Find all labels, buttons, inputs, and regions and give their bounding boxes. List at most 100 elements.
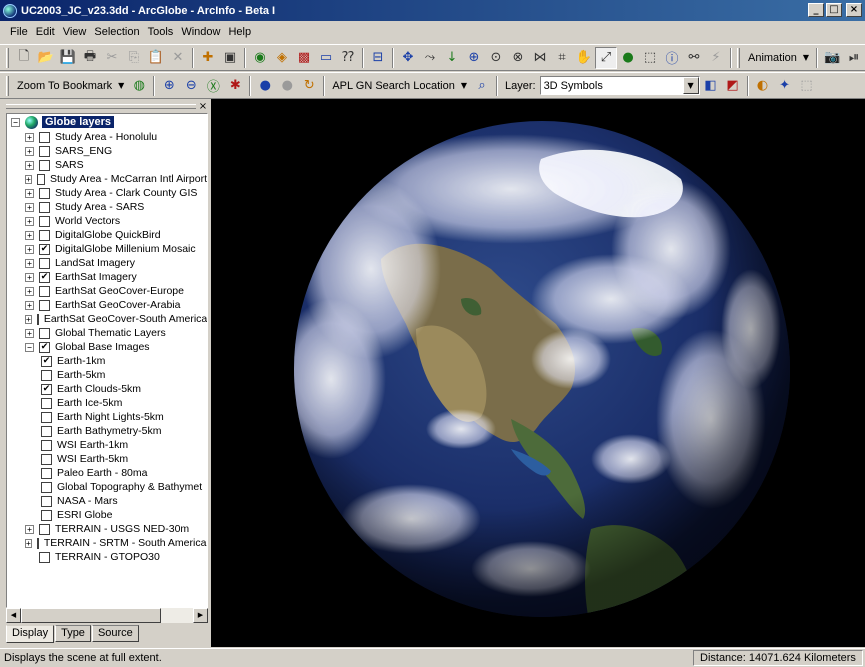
center-target-icon[interactable]: ⊟	[367, 47, 389, 69]
bookmark-globe-icon[interactable]: ◍	[128, 75, 150, 97]
zoom-to-target-icon[interactable]: ⊕	[463, 47, 485, 69]
toc-close-icon[interactable]: ×	[198, 101, 208, 112]
menu-window[interactable]: Window	[177, 26, 224, 38]
layer-visibility-checkbox[interactable]: ✔	[41, 355, 52, 367]
set-observer-icon[interactable]: ⊙	[485, 47, 507, 69]
layer-tree-item[interactable]: − ✔ Global Base Images	[7, 340, 207, 354]
layer-tree-item[interactable]: + World Vectors	[7, 214, 207, 228]
expand-fov-icon[interactable]: ⌗	[551, 47, 573, 69]
cut-icon[interactable]: ✂	[101, 47, 123, 69]
zoom-in-icon[interactable]: ⊕	[158, 75, 180, 97]
pan-hand-icon[interactable]: ✋	[573, 47, 595, 69]
layer-tree-item[interactable]: + EarthSat GeoCover-Arabia	[7, 298, 207, 312]
collapse-icon[interactable]: −	[11, 117, 20, 127]
animation-menu[interactable]: Animation ▼	[744, 47, 813, 69]
globe-properties-icon[interactable]: ◉	[249, 47, 271, 69]
layer-tree-item[interactable]: + EarthSat GeoCover-Europe	[7, 284, 207, 298]
whats-this-help-icon[interactable]: ⁇	[337, 47, 359, 69]
hyperlink-icon[interactable]: ⚡	[705, 47, 727, 69]
save-icon[interactable]: 💾	[57, 47, 79, 69]
layer-visibility-checkbox[interactable]	[36, 537, 39, 549]
style-tool-icon[interactable]: ✦	[774, 75, 796, 97]
layer-visibility-checkbox[interactable]	[39, 145, 50, 157]
layer-tree-item[interactable]: + Study Area - McCarran Intl Airport	[7, 172, 207, 186]
layer-tree-item[interactable]: + ✔ DigitalGlobe Millenium Mosaic	[7, 242, 207, 256]
menu-tools[interactable]: Tools	[144, 26, 178, 38]
delete-icon[interactable]: ✕	[167, 47, 189, 69]
xy-locate-icon[interactable]: Ⓧ	[202, 75, 224, 97]
layer-select[interactable]: 3D Symbols ▼	[539, 76, 700, 95]
layer-tree-item[interactable]: TERRAIN - GTOPO30	[7, 550, 207, 564]
expand-icon[interactable]: +	[25, 272, 34, 282]
layer-tree-item[interactable]: Earth-5km	[7, 368, 207, 382]
toc-title-bar[interactable]: ×	[4, 100, 208, 112]
layer-visibility-checkbox[interactable]	[41, 411, 52, 423]
narrow-fov-icon[interactable]: ⋈	[529, 47, 551, 69]
layer-tree-item[interactable]: + EarthSat GeoCover-South America	[7, 312, 207, 326]
animation-controls-icon[interactable]: ⏯	[843, 47, 865, 69]
expand-icon[interactable]: +	[25, 244, 34, 254]
layer-tree-item[interactable]: NASA - Mars	[7, 494, 207, 508]
tab-type[interactable]: Type	[55, 625, 91, 642]
disabled-tool-icon[interactable]: ⬚	[796, 75, 818, 97]
globe-display[interactable]	[211, 99, 865, 647]
arcglobe-app-icon[interactable]	[3, 3, 17, 18]
layer-visibility-checkbox[interactable]	[39, 257, 50, 269]
layer-tree-item[interactable]: Earth Ice-5km	[7, 396, 207, 410]
layer-visibility-checkbox[interactable]	[39, 523, 50, 535]
expand-icon[interactable]: +	[25, 160, 34, 170]
layer-tree-item[interactable]: + ✔ EarthSat Imagery	[7, 270, 207, 284]
layer-tree-item[interactable]: + SARS	[7, 158, 207, 172]
scroll-thumb[interactable]	[21, 608, 161, 623]
expand-icon[interactable]: +	[25, 524, 34, 534]
full-extent-icon[interactable]: ⤢	[595, 46, 617, 69]
layer-tree-item[interactable]: ESRI Globe	[7, 508, 207, 522]
layer-visibility-checkbox[interactable]	[39, 299, 50, 311]
print-icon[interactable]: 🖶	[79, 47, 101, 69]
toolbar-grip[interactable]	[6, 75, 9, 96]
toc-horizontal-scrollbar[interactable]: ◀ ▶	[6, 608, 208, 623]
expand-icon[interactable]: +	[25, 146, 34, 156]
scroll-left-icon[interactable]: ◀	[6, 608, 21, 623]
layer-visibility-checkbox[interactable]: ✔	[39, 271, 50, 283]
zoom-in-out-icon[interactable]: ⊗	[507, 47, 529, 69]
capture-view-icon[interactable]: 📷	[821, 47, 843, 69]
layer-tree-item[interactable]: Global Topography & Bathymet	[7, 480, 207, 494]
layer-tree-item[interactable]: ✔ Earth Clouds-5km	[7, 382, 207, 396]
expand-icon[interactable]: +	[25, 258, 34, 268]
paste-icon[interactable]: 📋	[145, 47, 167, 69]
layer-tree-item[interactable]: + DigitalGlobe QuickBird	[7, 228, 207, 242]
layer-visibility-checkbox[interactable]	[41, 509, 52, 521]
new-document-icon[interactable]: 🗋	[13, 47, 35, 69]
layer-tree-item[interactable]: Earth Night Lights-5km	[7, 410, 207, 424]
layer-visibility-checkbox[interactable]	[39, 215, 50, 227]
layer-visibility-checkbox[interactable]	[39, 131, 50, 143]
expand-icon[interactable]: +	[25, 286, 34, 296]
layer-tree-item[interactable]: + Study Area - Clark County GIS	[7, 186, 207, 200]
layer-visibility-checkbox[interactable]	[41, 439, 52, 451]
layer-visibility-checkbox[interactable]: ✔	[41, 383, 52, 395]
collapse-icon[interactable]: −	[25, 342, 34, 352]
target-icon[interactable]: ↓	[441, 47, 463, 69]
expand-icon[interactable]: +	[25, 300, 34, 310]
expand-icon[interactable]: +	[25, 328, 34, 338]
navigate-icon[interactable]: ✥	[397, 47, 419, 69]
maximize-button[interactable]: □	[826, 3, 842, 17]
expand-icon[interactable]: +	[25, 230, 34, 240]
measure-icon[interactable]: ⚯	[683, 47, 705, 69]
layer-visibility-checkbox[interactable]	[41, 425, 52, 437]
layer-tree-item[interactable]: ✔ Earth-1km	[7, 354, 207, 368]
identify-icon[interactable]: ⓘ	[661, 47, 683, 69]
expand-icon[interactable]: +	[25, 538, 32, 548]
chevron-down-icon[interactable]: ▼	[682, 77, 699, 94]
layer-edit-icon[interactable]: ◩	[722, 75, 744, 97]
tree-root[interactable]: − Globe layers	[7, 114, 207, 130]
full-screen-icon[interactable]: ▣	[219, 47, 241, 69]
layer-tree-item[interactable]: WSI Earth-1km	[7, 438, 207, 452]
layer-tree-item[interactable]: + Study Area - SARS	[7, 200, 207, 214]
layer-visibility-checkbox[interactable]	[39, 201, 50, 213]
layer-visibility-checkbox[interactable]	[39, 187, 50, 199]
layer-3d-view-icon[interactable]: ◧	[700, 75, 722, 97]
zoom-to-bookmark-dropdown[interactable]: Zoom To Bookmark ▼	[13, 75, 128, 97]
expand-icon[interactable]: +	[25, 174, 32, 184]
